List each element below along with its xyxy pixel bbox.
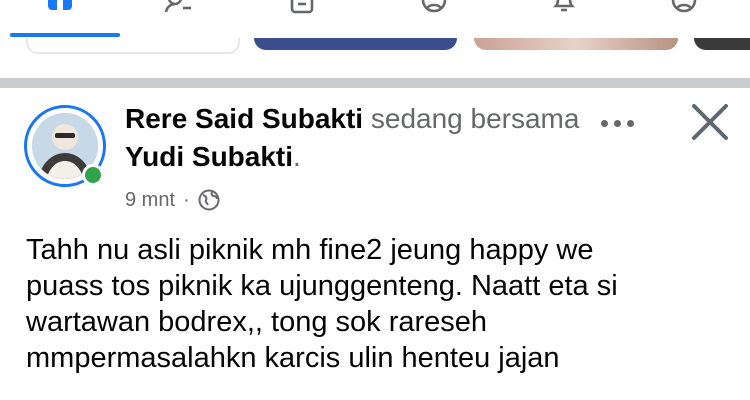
online-status-dot	[82, 164, 104, 186]
post-meta: 9 mnt ·	[125, 186, 220, 214]
header-period: .	[293, 141, 301, 172]
friends-icon	[164, 0, 191, 13]
profile-icon	[421, 0, 447, 13]
profile-tab[interactable]	[414, 0, 454, 16]
story-card[interactable]	[694, 38, 750, 50]
post-header: Rere Said Subakti sedang bersama Yudi Su…	[125, 100, 595, 176]
close-icon[interactable]	[688, 100, 732, 144]
post-body-line: puass tos piknik ka ujunggenteng. Naatt …	[26, 270, 618, 302]
active-tab-indicator	[10, 33, 120, 37]
top-nav-bar	[0, 0, 750, 38]
menu-tab[interactable]	[664, 0, 704, 16]
friends-tab[interactable]	[158, 0, 198, 16]
more-dot-icon	[613, 119, 621, 127]
meta-separator: ·	[183, 188, 190, 211]
create-story-card[interactable]	[26, 38, 240, 54]
post-more-options-button[interactable]	[592, 108, 642, 138]
post-timestamp[interactable]: 9 mnt	[125, 189, 175, 212]
notifications-bell-icon	[552, 0, 576, 12]
post-body: Tahh nu asli piknik mh fine2 jeung happy…	[26, 232, 738, 376]
notifications-tab[interactable]	[544, 0, 584, 16]
more-dot-icon	[626, 119, 634, 127]
post-body-line: mmpermasalahkn karcis ulin henteu jajan	[26, 342, 560, 374]
globe-icon[interactable]	[198, 189, 220, 211]
author-name[interactable]: Rere Said Subakti	[125, 103, 363, 134]
marketplace-tab[interactable]	[282, 0, 322, 16]
more-dot-icon	[600, 119, 608, 127]
marketplace-icon	[290, 0, 314, 14]
story-card[interactable]	[254, 38, 457, 50]
home-tab[interactable]	[40, 0, 80, 16]
story-card[interactable]	[474, 38, 678, 50]
feed-separator	[0, 78, 750, 88]
stories-strip	[0, 38, 750, 78]
home-icon	[48, 0, 72, 10]
tagged-person[interactable]: Yudi Subakti	[125, 141, 293, 172]
post-body-line: Tahh nu asli piknik mh fine2 jeung happy…	[26, 234, 594, 266]
post-body-line: wartawan bodrex,, tong sok rareseh	[26, 306, 488, 338]
menu-avatar-icon	[671, 0, 697, 13]
with-text: sedang bersama	[370, 103, 580, 134]
